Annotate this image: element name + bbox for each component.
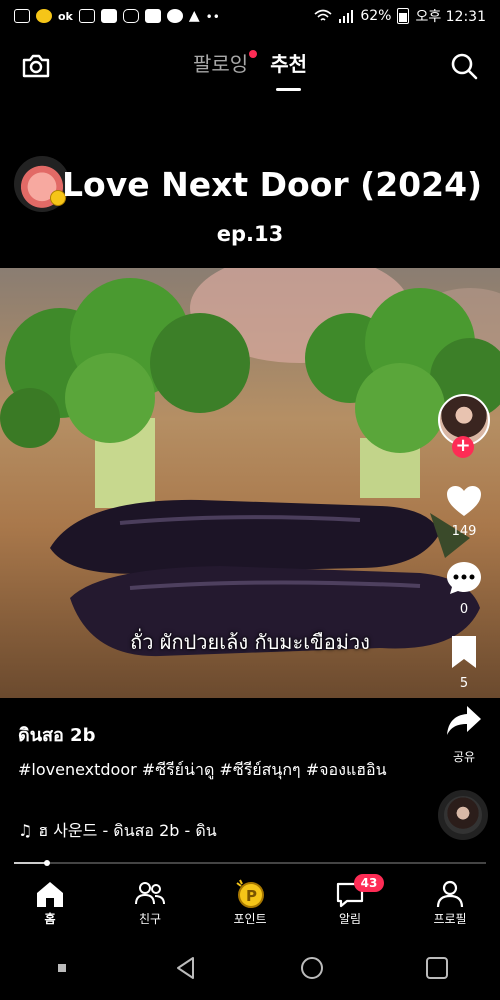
nav-notifications-label: 알림 bbox=[338, 912, 362, 926]
ok-app-icon: ok bbox=[58, 9, 73, 23]
recent-apps-button[interactable] bbox=[50, 956, 74, 984]
playback-progress-bar[interactable] bbox=[14, 860, 486, 866]
nav-profile-label: 프로필 bbox=[433, 912, 467, 926]
playback-progress-knob[interactable] bbox=[44, 860, 51, 866]
nav-friends[interactable]: 친구 bbox=[100, 870, 200, 932]
system-nav-bar bbox=[0, 940, 500, 1000]
gallery-icon bbox=[14, 9, 30, 23]
emoji-icon bbox=[36, 9, 52, 23]
search-button[interactable] bbox=[448, 50, 480, 82]
battery-icon bbox=[397, 8, 410, 24]
new-content-dot bbox=[249, 50, 258, 58]
like-button[interactable]: 149 bbox=[438, 484, 490, 539]
like-count: 149 bbox=[451, 524, 477, 539]
music-note-icon: ♫ bbox=[18, 821, 33, 840]
bookmark-button[interactable]: 5 bbox=[438, 634, 490, 691]
video-player[interactable]: ถั่ว ผักปวยเล้ง กับมะเขือม่วง bbox=[0, 268, 500, 698]
music-title: ฮ 사운드 - ดินสอ 2b - ดิน bbox=[38, 821, 217, 840]
share-button[interactable]: 공유 bbox=[438, 704, 490, 765]
video-description[interactable]: #lovenextdoor #ซีรีย์น่าดู #ซีรีย์สนุกๆ … bbox=[18, 758, 408, 782]
home-circle-icon bbox=[300, 957, 323, 979]
bookmark-count: 5 bbox=[459, 676, 469, 691]
wifi-icon bbox=[314, 9, 332, 21]
kakaotalk-icon bbox=[166, 9, 183, 23]
comment-count: 0 bbox=[459, 602, 469, 617]
home-icon bbox=[37, 882, 63, 907]
signal-icon bbox=[339, 10, 354, 23]
more-dots-icon bbox=[206, 9, 224, 23]
search-icon bbox=[451, 53, 478, 80]
nav-notifications[interactable]: 43 알림 bbox=[300, 870, 400, 932]
battery-percent: 62% bbox=[360, 8, 392, 24]
home-system-button[interactable] bbox=[299, 955, 325, 985]
tab-recommended-label: 추천 bbox=[270, 52, 307, 76]
share-arrow-icon bbox=[447, 706, 481, 735]
tab-following-label: 팔로잉 bbox=[192, 52, 249, 76]
message-icon bbox=[78, 9, 95, 23]
music-info[interactable]: ♫ ฮ 사운드 - ดินสอ 2b - ดิน bbox=[18, 817, 217, 844]
warning-icon: ▲ bbox=[188, 8, 200, 24]
follow-button[interactable]: + bbox=[452, 436, 474, 458]
instagram-icon bbox=[122, 9, 139, 23]
clock-time: 오후 12:31 bbox=[415, 9, 486, 25]
back-triangle-icon bbox=[177, 957, 195, 979]
small-square-icon bbox=[57, 964, 66, 972]
nav-profile[interactable]: 프로필 bbox=[400, 870, 500, 932]
playback-progress-fill bbox=[14, 862, 48, 864]
tab-following[interactable]: 팔로잉 bbox=[192, 48, 258, 77]
status-bar: ok ▲ 62% 오후 12:31 bbox=[0, 0, 500, 32]
bookmark-icon bbox=[452, 636, 476, 668]
bottom-nav: 홈 친구 P 포인트 43 알림 프로필 bbox=[0, 870, 500, 932]
friends-icon bbox=[135, 882, 165, 905]
nav-points-label: 포인트 bbox=[233, 912, 267, 926]
square-icon bbox=[426, 957, 449, 979]
episode-label: ep.13 bbox=[216, 222, 284, 246]
comment-button[interactable]: 0 bbox=[438, 560, 490, 617]
mail-icon bbox=[100, 9, 117, 23]
nav-home[interactable]: 홈 bbox=[0, 870, 100, 932]
nav-home-label: 홈 bbox=[44, 912, 56, 926]
heart-icon bbox=[447, 486, 481, 516]
share-label: 공유 bbox=[452, 750, 476, 764]
active-tab-indicator bbox=[276, 88, 301, 91]
points-coin-icon: P bbox=[236, 879, 264, 908]
music-disc-avatar[interactable] bbox=[438, 790, 488, 840]
tab-recommended[interactable]: 추천 bbox=[270, 48, 307, 91]
nav-friends-label: 친구 bbox=[138, 912, 162, 926]
profile-icon bbox=[436, 880, 464, 908]
notification-count-icon bbox=[144, 9, 161, 23]
overview-button[interactable] bbox=[424, 955, 450, 985]
top-nav: 팔로잉 추천 bbox=[0, 40, 500, 96]
comment-icon bbox=[447, 562, 481, 594]
feed-tabs: 팔로잉 추천 bbox=[0, 48, 500, 91]
nav-points[interactable]: P 포인트 bbox=[200, 870, 300, 932]
video-subtitle: ถั่ว ผักปวยเล้ง กับมะเขือม่วง bbox=[130, 630, 370, 654]
svg-text:P: P bbox=[246, 887, 257, 905]
author-name[interactable]: ดินสอ 2b bbox=[18, 720, 95, 749]
series-title: Love Next Door (2024) bbox=[62, 165, 483, 204]
notification-badge: 43 bbox=[354, 874, 384, 892]
back-button[interactable] bbox=[173, 955, 199, 985]
